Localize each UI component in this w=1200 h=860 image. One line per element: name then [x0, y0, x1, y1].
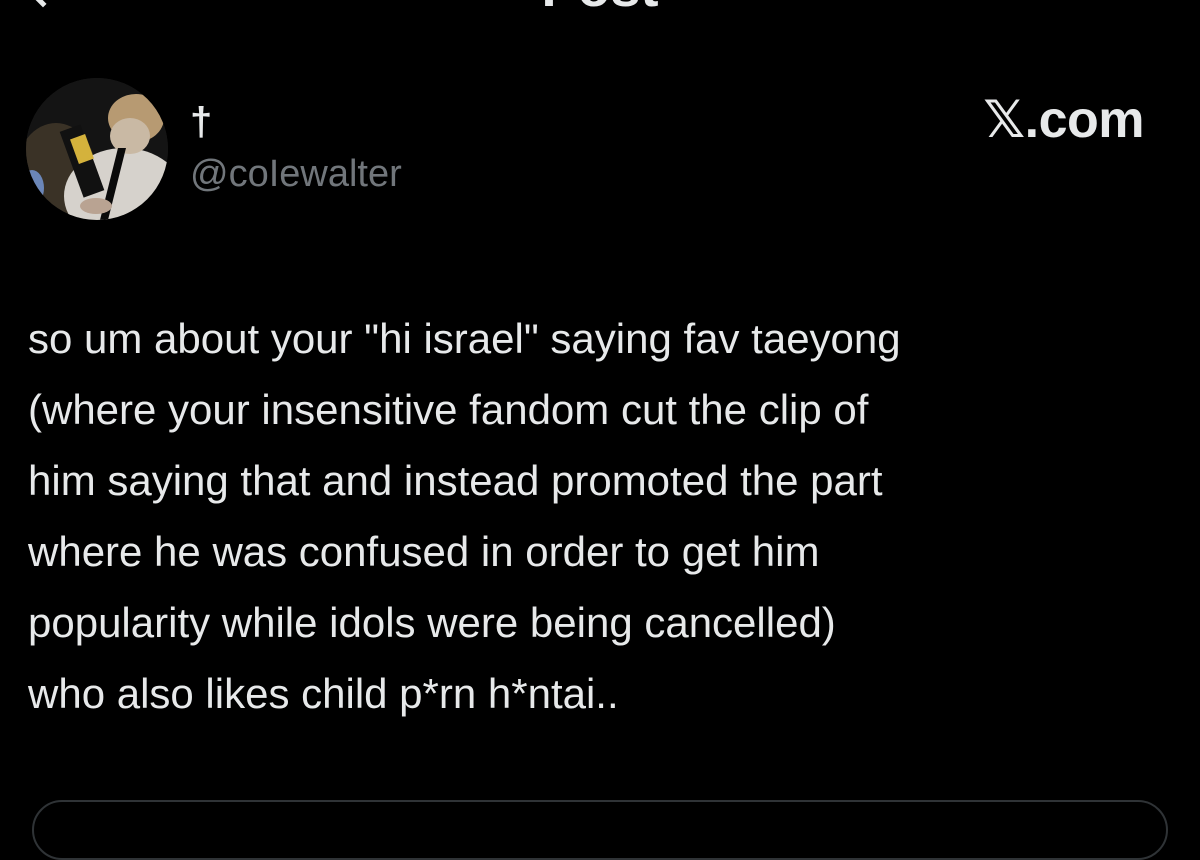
- media-card-edge[interactable]: [32, 800, 1168, 860]
- author-display-name[interactable]: †: [190, 100, 212, 144]
- top-bar: Post: [0, 0, 1200, 20]
- page-title: Post: [0, 0, 1200, 16]
- x-logo-icon: 𝕏.com: [983, 91, 1144, 149]
- author-handle[interactable]: @coIewalter: [190, 152, 402, 196]
- post-text: so um about your "hi israel" saying fav …: [28, 315, 901, 717]
- avatar[interactable]: [26, 78, 168, 220]
- avatar-photo: [26, 78, 168, 220]
